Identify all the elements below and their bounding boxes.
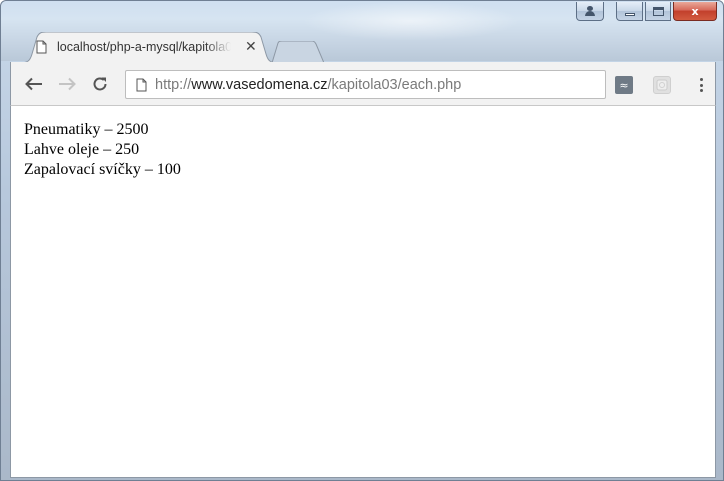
list-item: Pneumatiky – 2500 (24, 121, 149, 138)
page-info-icon[interactable] (136, 78, 147, 92)
maximize-icon (652, 6, 664, 16)
extension-icon-2 (656, 79, 668, 91)
back-arrow-icon (25, 77, 42, 91)
more-vert-icon-dot (699, 83, 703, 87)
browser-window: x localhost/php-a-mysql/kapitola03/each.… (0, 0, 724, 481)
content-list: Pneumatiky – 2500 Lahve oleje – 250 Zapa… (24, 120, 181, 180)
user-icon (584, 6, 596, 16)
extension-icon: ≈ (619, 78, 629, 92)
new-tab-button[interactable] (272, 41, 324, 63)
extension-button[interactable]: ≈ (615, 76, 633, 94)
page-viewport: Pneumatiky – 2500 Lahve oleje – 250 Zapa… (10, 106, 716, 478)
forward-arrow-icon (59, 77, 76, 91)
url-host: www.vasedomena.cz (191, 76, 328, 93)
minimize-button[interactable] (616, 2, 643, 21)
back-button[interactable] (23, 73, 45, 95)
close-icon: x (691, 4, 699, 18)
address-bar[interactable]: http://www.vasedomena.cz/kapitola03/each… (125, 70, 606, 99)
maximize-button[interactable] (645, 2, 671, 21)
more-vert-icon (699, 78, 703, 81)
reload-icon (93, 77, 107, 91)
url-path: /kapitola03/each.php (327, 76, 462, 93)
more-vert-icon-dot (699, 89, 703, 92)
tab-title: localhost/php-a-mysql/kapitola03/each.ph… (57, 40, 231, 54)
extension-button-2[interactable] (653, 76, 671, 94)
list-item: Zapalovací svíčky – 100 (24, 161, 181, 178)
close-window-button[interactable]: x (673, 2, 717, 21)
list-item: Lahve oleje – 250 (24, 141, 140, 158)
tab-close-button[interactable]: ✕ (245, 39, 257, 55)
forward-button[interactable] (56, 73, 78, 95)
browser-menu-button[interactable] (697, 76, 705, 94)
reload-button[interactable] (89, 73, 111, 95)
new-tab-icon (272, 41, 324, 63)
tab-content: localhost/php-a-mysql/kapitola03/each.ph… (36, 35, 266, 59)
toolbar: http://www.vasedomena.cz/kapitola03/each… (10, 62, 716, 106)
url-prefix: http:// (155, 76, 192, 93)
url-text[interactable]: http://www.vasedomena.cz/kapitola03/each… (155, 77, 461, 93)
minimize-icon (624, 12, 635, 16)
page-icon (36, 40, 47, 54)
window-controls: x (576, 2, 717, 22)
user-profile-button[interactable] (576, 2, 604, 21)
